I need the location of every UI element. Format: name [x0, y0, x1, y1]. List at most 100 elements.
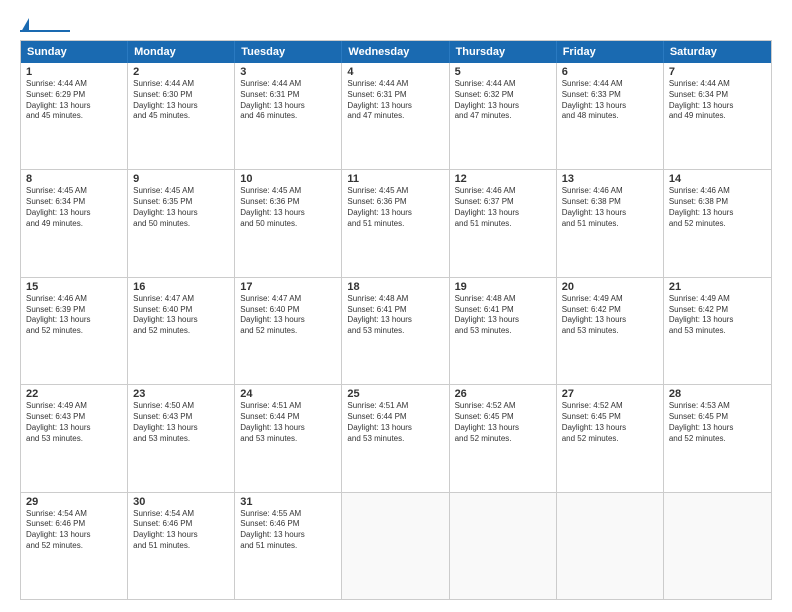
day-number: 7 [669, 66, 766, 78]
day-number: 1 [26, 66, 122, 78]
day-number: 12 [455, 173, 551, 185]
day-details: Sunrise: 4:45 AMSunset: 6:34 PMDaylight:… [26, 186, 122, 229]
day-cell-27: 27Sunrise: 4:52 AMSunset: 6:45 PMDayligh… [557, 385, 664, 491]
day-details: Sunrise: 4:52 AMSunset: 6:45 PMDaylight:… [562, 401, 658, 444]
day-number: 25 [347, 388, 443, 400]
day-details: Sunrise: 4:55 AMSunset: 6:46 PMDaylight:… [240, 509, 336, 552]
day-details: Sunrise: 4:47 AMSunset: 6:40 PMDaylight:… [133, 294, 229, 337]
week-row-4: 22Sunrise: 4:49 AMSunset: 6:43 PMDayligh… [21, 385, 771, 492]
day-details: Sunrise: 4:54 AMSunset: 6:46 PMDaylight:… [26, 509, 122, 552]
day-cell-10: 10Sunrise: 4:45 AMSunset: 6:36 PMDayligh… [235, 170, 342, 276]
day-number: 19 [455, 281, 551, 293]
day-details: Sunrise: 4:46 AMSunset: 6:38 PMDaylight:… [562, 186, 658, 229]
day-cell-18: 18Sunrise: 4:48 AMSunset: 6:41 PMDayligh… [342, 278, 449, 384]
day-cell-5: 5Sunrise: 4:44 AMSunset: 6:32 PMDaylight… [450, 63, 557, 169]
day-number: 5 [455, 66, 551, 78]
day-number: 30 [133, 496, 229, 508]
day-number: 14 [669, 173, 766, 185]
day-details: Sunrise: 4:48 AMSunset: 6:41 PMDaylight:… [347, 294, 443, 337]
logo [20, 18, 72, 32]
day-cell-30: 30Sunrise: 4:54 AMSunset: 6:46 PMDayligh… [128, 493, 235, 599]
day-details: Sunrise: 4:44 AMSunset: 6:34 PMDaylight:… [669, 79, 766, 122]
week-row-3: 15Sunrise: 4:46 AMSunset: 6:39 PMDayligh… [21, 278, 771, 385]
day-details: Sunrise: 4:51 AMSunset: 6:44 PMDaylight:… [240, 401, 336, 444]
day-cell-12: 12Sunrise: 4:46 AMSunset: 6:37 PMDayligh… [450, 170, 557, 276]
day-details: Sunrise: 4:49 AMSunset: 6:42 PMDaylight:… [669, 294, 766, 337]
day-cell-16: 16Sunrise: 4:47 AMSunset: 6:40 PMDayligh… [128, 278, 235, 384]
calendar-header: SundayMondayTuesdayWednesdayThursdayFrid… [21, 41, 771, 63]
day-number: 21 [669, 281, 766, 293]
calendar-body: 1Sunrise: 4:44 AMSunset: 6:29 PMDaylight… [21, 63, 771, 599]
day-cell-15: 15Sunrise: 4:46 AMSunset: 6:39 PMDayligh… [21, 278, 128, 384]
day-details: Sunrise: 4:53 AMSunset: 6:45 PMDaylight:… [669, 401, 766, 444]
day-details: Sunrise: 4:49 AMSunset: 6:42 PMDaylight:… [562, 294, 658, 337]
day-cell-8: 8Sunrise: 4:45 AMSunset: 6:34 PMDaylight… [21, 170, 128, 276]
day-details: Sunrise: 4:50 AMSunset: 6:43 PMDaylight:… [133, 401, 229, 444]
day-cell-7: 7Sunrise: 4:44 AMSunset: 6:34 PMDaylight… [664, 63, 771, 169]
day-cell-28: 28Sunrise: 4:53 AMSunset: 6:45 PMDayligh… [664, 385, 771, 491]
day-cell-2: 2Sunrise: 4:44 AMSunset: 6:30 PMDaylight… [128, 63, 235, 169]
week-row-1: 1Sunrise: 4:44 AMSunset: 6:29 PMDaylight… [21, 63, 771, 170]
header-day-saturday: Saturday [664, 41, 771, 63]
header-day-sunday: Sunday [21, 41, 128, 63]
empty-cell [450, 493, 557, 599]
day-details: Sunrise: 4:49 AMSunset: 6:43 PMDaylight:… [26, 401, 122, 444]
header-day-monday: Monday [128, 41, 235, 63]
day-details: Sunrise: 4:47 AMSunset: 6:40 PMDaylight:… [240, 294, 336, 337]
day-cell-9: 9Sunrise: 4:45 AMSunset: 6:35 PMDaylight… [128, 170, 235, 276]
logo-line [20, 30, 70, 32]
day-details: Sunrise: 4:51 AMSunset: 6:44 PMDaylight:… [347, 401, 443, 444]
day-number: 16 [133, 281, 229, 293]
day-number: 18 [347, 281, 443, 293]
day-cell-23: 23Sunrise: 4:50 AMSunset: 6:43 PMDayligh… [128, 385, 235, 491]
day-details: Sunrise: 4:44 AMSunset: 6:30 PMDaylight:… [133, 79, 229, 122]
day-details: Sunrise: 4:45 AMSunset: 6:36 PMDaylight:… [240, 186, 336, 229]
day-number: 22 [26, 388, 122, 400]
day-cell-26: 26Sunrise: 4:52 AMSunset: 6:45 PMDayligh… [450, 385, 557, 491]
day-number: 11 [347, 173, 443, 185]
day-cell-25: 25Sunrise: 4:51 AMSunset: 6:44 PMDayligh… [342, 385, 449, 491]
day-number: 8 [26, 173, 122, 185]
day-cell-19: 19Sunrise: 4:48 AMSunset: 6:41 PMDayligh… [450, 278, 557, 384]
week-row-5: 29Sunrise: 4:54 AMSunset: 6:46 PMDayligh… [21, 493, 771, 599]
day-cell-20: 20Sunrise: 4:49 AMSunset: 6:42 PMDayligh… [557, 278, 664, 384]
header-day-tuesday: Tuesday [235, 41, 342, 63]
day-number: 3 [240, 66, 336, 78]
day-number: 31 [240, 496, 336, 508]
day-cell-31: 31Sunrise: 4:55 AMSunset: 6:46 PMDayligh… [235, 493, 342, 599]
day-number: 20 [562, 281, 658, 293]
day-cell-21: 21Sunrise: 4:49 AMSunset: 6:42 PMDayligh… [664, 278, 771, 384]
header [20, 18, 772, 32]
header-day-thursday: Thursday [450, 41, 557, 63]
week-row-2: 8Sunrise: 4:45 AMSunset: 6:34 PMDaylight… [21, 170, 771, 277]
day-details: Sunrise: 4:44 AMSunset: 6:32 PMDaylight:… [455, 79, 551, 122]
day-details: Sunrise: 4:45 AMSunset: 6:36 PMDaylight:… [347, 186, 443, 229]
day-number: 28 [669, 388, 766, 400]
day-cell-3: 3Sunrise: 4:44 AMSunset: 6:31 PMDaylight… [235, 63, 342, 169]
day-cell-11: 11Sunrise: 4:45 AMSunset: 6:36 PMDayligh… [342, 170, 449, 276]
empty-cell [664, 493, 771, 599]
day-cell-1: 1Sunrise: 4:44 AMSunset: 6:29 PMDaylight… [21, 63, 128, 169]
empty-cell [557, 493, 664, 599]
day-number: 15 [26, 281, 122, 293]
empty-cell [342, 493, 449, 599]
day-number: 26 [455, 388, 551, 400]
day-cell-6: 6Sunrise: 4:44 AMSunset: 6:33 PMDaylight… [557, 63, 664, 169]
day-number: 29 [26, 496, 122, 508]
day-details: Sunrise: 4:46 AMSunset: 6:38 PMDaylight:… [669, 186, 766, 229]
day-details: Sunrise: 4:48 AMSunset: 6:41 PMDaylight:… [455, 294, 551, 337]
header-day-friday: Friday [557, 41, 664, 63]
day-details: Sunrise: 4:45 AMSunset: 6:35 PMDaylight:… [133, 186, 229, 229]
day-details: Sunrise: 4:52 AMSunset: 6:45 PMDaylight:… [455, 401, 551, 444]
day-cell-4: 4Sunrise: 4:44 AMSunset: 6:31 PMDaylight… [342, 63, 449, 169]
day-details: Sunrise: 4:44 AMSunset: 6:29 PMDaylight:… [26, 79, 122, 122]
day-cell-14: 14Sunrise: 4:46 AMSunset: 6:38 PMDayligh… [664, 170, 771, 276]
day-cell-13: 13Sunrise: 4:46 AMSunset: 6:38 PMDayligh… [557, 170, 664, 276]
day-details: Sunrise: 4:44 AMSunset: 6:31 PMDaylight:… [347, 79, 443, 122]
day-details: Sunrise: 4:54 AMSunset: 6:46 PMDaylight:… [133, 509, 229, 552]
day-number: 10 [240, 173, 336, 185]
day-details: Sunrise: 4:44 AMSunset: 6:31 PMDaylight:… [240, 79, 336, 122]
day-cell-29: 29Sunrise: 4:54 AMSunset: 6:46 PMDayligh… [21, 493, 128, 599]
day-number: 13 [562, 173, 658, 185]
day-details: Sunrise: 4:46 AMSunset: 6:39 PMDaylight:… [26, 294, 122, 337]
